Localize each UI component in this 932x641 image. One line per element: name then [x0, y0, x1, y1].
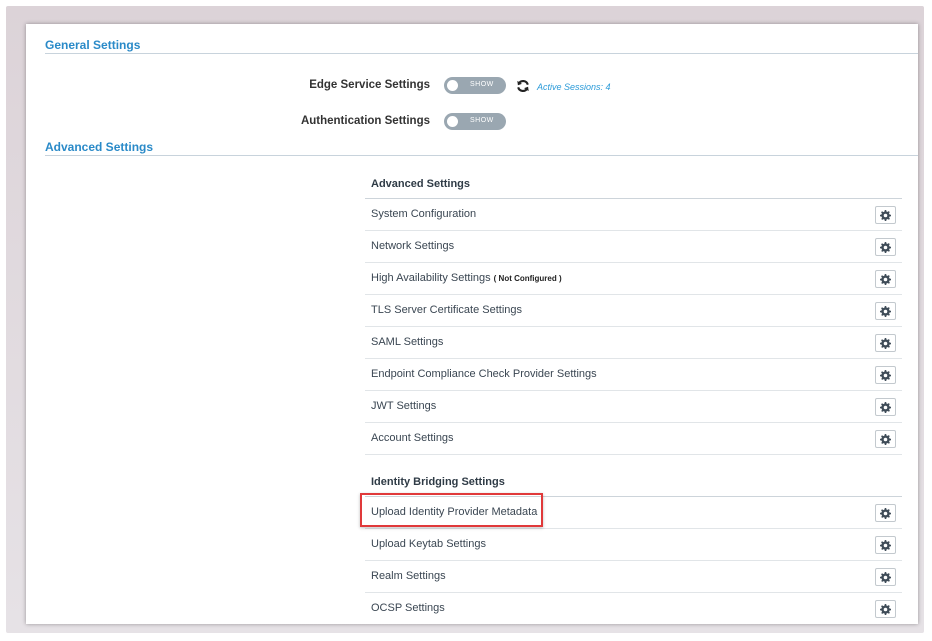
gear-icon [880, 540, 891, 551]
edge-service-settings-label: Edge Service Settings [309, 79, 430, 91]
general-settings-divider [45, 53, 918, 54]
tls-server-certificate-settings-button[interactable] [875, 302, 896, 320]
table-row: High Availability Settings( Not Configur… [365, 263, 902, 295]
gear-icon [880, 434, 891, 445]
endpoint-compliance-settings-button[interactable] [875, 366, 896, 384]
upload-identity-provider-metadata-button[interactable] [875, 504, 896, 522]
gear-icon [880, 274, 891, 285]
advanced-settings-table: Advanced Settings System Configuration N… [365, 166, 902, 455]
table-row: Endpoint Compliance Check Provider Setti… [365, 359, 902, 391]
row-label: SAML Settings [371, 336, 444, 348]
row-label: High Availability Settings( Not Configur… [371, 272, 562, 284]
refresh-icon[interactable] [516, 79, 530, 93]
table-row: TLS Server Certificate Settings [365, 295, 902, 327]
account-settings-button[interactable] [875, 430, 896, 448]
gear-icon [880, 242, 891, 253]
system-configuration-settings-button[interactable] [875, 206, 896, 224]
network-settings-button[interactable] [875, 238, 896, 256]
authentication-settings-label: Authentication Settings [300, 115, 430, 127]
jwt-settings-button[interactable] [875, 398, 896, 416]
toggle-text: SHOW [470, 117, 494, 124]
gear-icon [880, 402, 891, 413]
screenshot-frame: General Settings Edge Service Settings S… [6, 6, 924, 633]
table-header-label: Advanced Settings [371, 178, 471, 190]
table-row: Realm Settings [365, 561, 902, 593]
saml-settings-button[interactable] [875, 334, 896, 352]
not-configured-tag: ( Not Configured ) [493, 274, 562, 283]
row-label: System Configuration [371, 208, 477, 220]
table-row: Network Settings [365, 231, 902, 263]
row-label: OCSP Settings [371, 602, 445, 614]
advanced-settings-divider [45, 155, 918, 156]
ocsp-settings-button[interactable] [875, 600, 896, 618]
table-header-label: Identity Bridging Settings [371, 476, 505, 488]
gear-icon [880, 604, 891, 615]
row-label: TLS Server Certificate Settings [371, 304, 523, 316]
gear-icon [880, 572, 891, 583]
advanced-settings-table-header: Advanced Settings [365, 166, 902, 199]
row-label: Account Settings [371, 432, 454, 444]
table-row: OCSP Settings [365, 593, 902, 624]
edge-service-settings-toggle[interactable]: SHOW [444, 77, 506, 94]
table-row: System Configuration [365, 199, 902, 231]
gear-icon [880, 210, 891, 221]
realm-settings-button[interactable] [875, 568, 896, 586]
gear-icon [880, 508, 891, 519]
authentication-settings-row: Authentication Settings SHOW [26, 113, 918, 133]
identity-bridging-table: Identity Bridging Settings Upload Identi… [365, 464, 902, 624]
gear-icon [880, 338, 891, 349]
table-row: Upload Keytab Settings [365, 529, 902, 561]
row-label: Realm Settings [371, 570, 446, 582]
high-availability-settings-button[interactable] [875, 270, 896, 288]
row-label: JWT Settings [371, 400, 437, 412]
active-sessions-link[interactable]: Active Sessions: 4 [537, 82, 611, 92]
toggle-knob [447, 80, 458, 91]
table-row: JWT Settings [365, 391, 902, 423]
row-label: Upload Keytab Settings [371, 538, 486, 550]
authentication-settings-toggle[interactable]: SHOW [444, 113, 506, 130]
table-row: Account Settings [365, 423, 902, 455]
general-settings-title[interactable]: General Settings [45, 38, 140, 52]
toggle-text: SHOW [470, 81, 494, 88]
gear-icon [880, 306, 891, 317]
row-label: Network Settings [371, 240, 455, 252]
gear-icon [880, 370, 891, 381]
upload-keytab-settings-button[interactable] [875, 536, 896, 554]
edge-service-settings-row: Edge Service Settings SHOW Active Sessio… [26, 77, 918, 97]
highlight-annotation [360, 493, 543, 527]
advanced-settings-title[interactable]: Advanced Settings [45, 140, 153, 154]
row-label: Endpoint Compliance Check Provider Setti… [371, 368, 597, 380]
settings-panel: General Settings Edge Service Settings S… [26, 24, 918, 624]
toggle-knob [447, 116, 458, 127]
table-row: SAML Settings [365, 327, 902, 359]
row-label-text: High Availability Settings [371, 272, 491, 284]
